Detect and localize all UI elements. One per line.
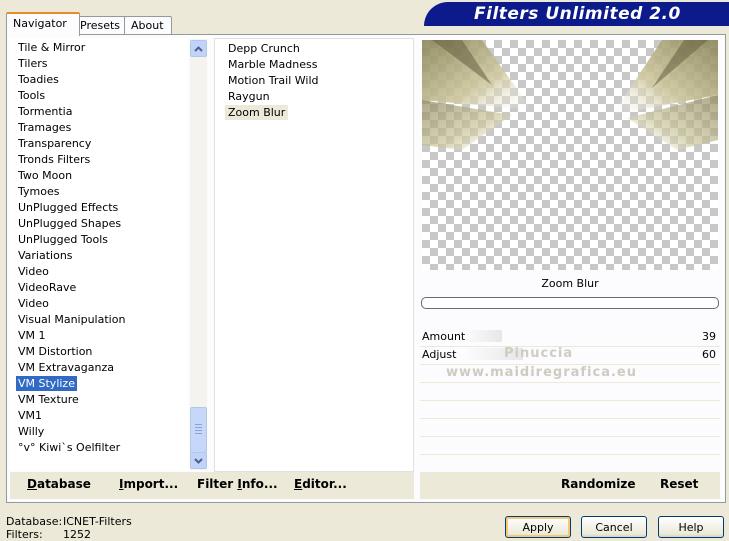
import-button[interactable]: Import... [119, 477, 178, 491]
category-scrollbar[interactable] [190, 39, 207, 470]
slider-empty [420, 418, 720, 437]
category-item[interactable]: VM Stylize [16, 376, 77, 391]
filter-item[interactable]: Raygun [225, 89, 273, 104]
category-item[interactable]: Tramages [16, 120, 73, 135]
preset-toolbar: Randomize Reset [420, 472, 720, 499]
category-item[interactable]: UnPlugged Shapes [16, 216, 123, 231]
database-label: Database: [6, 515, 63, 528]
database-button[interactable]: Database [27, 477, 91, 491]
category-item[interactable]: VM Distortion [16, 344, 94, 359]
category-item[interactable]: Toadies [16, 72, 61, 87]
filter-item[interactable]: Depp Crunch [225, 41, 303, 56]
scroll-up-button[interactable] [190, 40, 207, 57]
cancel-button[interactable]: Cancel [581, 516, 647, 538]
slider-amount-fill [464, 330, 502, 342]
slider-empty [420, 454, 720, 473]
preview-image [422, 40, 718, 270]
slider-amount-label: Amount [422, 330, 466, 343]
category-item[interactable]: Two Moon [16, 168, 74, 183]
category-item[interactable]: VM Extravaganza [16, 360, 116, 375]
chevron-up-icon [194, 45, 203, 52]
category-item[interactable]: VM 1 [16, 328, 48, 343]
category-item[interactable]: Tronds Filters [16, 152, 92, 167]
category-item[interactable]: °v° Kiwi`s Oelfilter [16, 440, 122, 455]
slider-adjust-label: Adjust [422, 348, 457, 361]
filter-item[interactable]: Marble Madness [225, 57, 320, 72]
slider-empty [420, 436, 720, 455]
tab-presets[interactable]: Presets [73, 16, 127, 34]
app-title: Filters Unlimited 2.0 [474, 4, 681, 24]
category-item[interactable]: VM1 [16, 408, 44, 423]
randomize-button[interactable]: Randomize [561, 477, 635, 491]
category-item[interactable]: Tilers [16, 56, 50, 71]
category-item[interactable]: Variations [16, 248, 75, 263]
filter-item[interactable]: Motion Trail Wild [225, 73, 322, 88]
category-item[interactable]: UnPlugged Effects [16, 200, 120, 215]
category-item[interactable]: Tile & Mirror [16, 40, 87, 55]
slider-amount-value: 39 [702, 330, 716, 343]
slider-empty [420, 382, 720, 401]
filter-item[interactable]: Zoom Blur [225, 105, 289, 120]
preview-filter-name: Zoom Blur [541, 277, 599, 290]
category-item[interactable]: Tools [16, 88, 47, 103]
tab-navigator[interactable]: Navigator [6, 12, 80, 36]
title-banner: Filters Unlimited 2.0 [424, 2, 729, 26]
category-item[interactable]: VideoRave [16, 280, 78, 295]
filter-info-button[interactable]: Filter Info... [197, 477, 278, 491]
category-item[interactable]: VM Texture [16, 392, 81, 407]
filter-list[interactable]: Depp Crunch Marble Madness Motion Trail Wi… [214, 38, 414, 472]
filters-count: 1252 [63, 528, 91, 541]
category-item[interactable]: Tormentia [16, 104, 74, 119]
category-item[interactable]: UnPlugged Tools [16, 232, 110, 247]
help-button[interactable]: Help [658, 516, 724, 538]
status-info: Database:ICNET-Filters Filters: 1252 [6, 515, 132, 541]
slider-amount[interactable]: Amount 39 [420, 328, 720, 347]
filter-toolbar: Database Import... Filter Info... Editor… [10, 472, 414, 499]
slider-adjust-value: 60 [702, 348, 716, 361]
category-item[interactable]: Willy [16, 424, 46, 439]
category-item[interactable]: Video [16, 296, 51, 311]
database-value: ICNET-Filters [63, 515, 132, 528]
reset-button[interactable]: Reset [660, 477, 698, 491]
scroll-thumb[interactable] [190, 407, 207, 453]
category-list[interactable]: Tile & Mirror Tilers Toadies Tools Tormentia… [10, 38, 188, 470]
progress-bar [421, 297, 719, 309]
filters-label: Filters: [6, 528, 43, 541]
category-item[interactable]: Tymoes [16, 184, 61, 199]
slider-empty [420, 400, 720, 419]
scroll-down-button[interactable] [190, 452, 207, 469]
category-item[interactable]: Transparency [16, 136, 93, 151]
tab-about[interactable]: About [124, 16, 172, 34]
apply-button[interactable]: Apply [505, 516, 571, 538]
zoom-blur-preview-rays [422, 40, 718, 150]
chevron-down-icon [194, 457, 203, 464]
editor-button[interactable]: Editor... [294, 477, 347, 491]
category-item[interactable]: Video [16, 264, 51, 279]
watermark-name: Pinuccia [504, 346, 574, 361]
watermark-url: www.maidiregrafica.eu [446, 365, 637, 380]
category-item[interactable]: Visual Manipulation [16, 312, 127, 327]
